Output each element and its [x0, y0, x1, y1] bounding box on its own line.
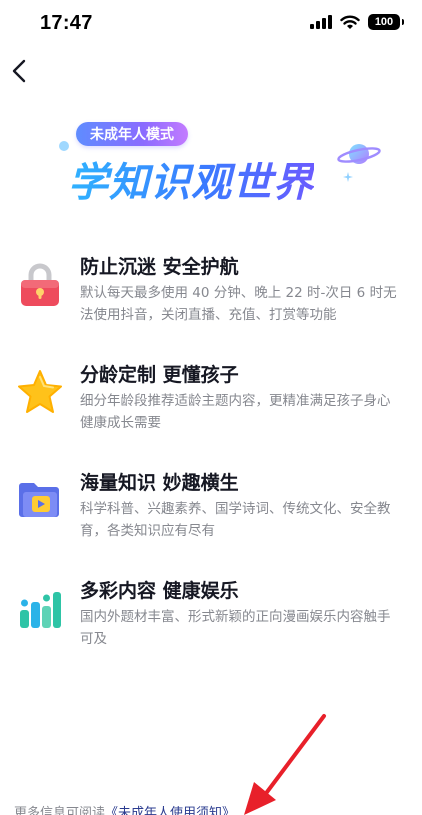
- status-icons: 100: [310, 14, 404, 30]
- lock-icon: [21, 263, 59, 306]
- minor-usage-notice-link[interactable]: 《未成年人使用须知》: [105, 806, 235, 815]
- planet-icon: [337, 144, 381, 164]
- feature-item-anti-addiction: 防止沉迷 安全护航 默认每天最多使用 40 分钟、晚上 22 时-次日 6 时无…: [0, 248, 422, 348]
- sparkle-icon: [343, 172, 353, 182]
- feature-description: 国内外题材丰富、形式新颖的正向漫画娱乐内容触手可及: [80, 609, 391, 647]
- footer-prefix: 更多信息可阅读: [14, 806, 106, 815]
- wifi-icon: [340, 15, 360, 29]
- feature-item-knowledge: 海量知识 妙趣横生 科学科普、兴趣素养、国学诗词、传统文化、安全教育，各类知识应…: [0, 464, 422, 564]
- feature-title: 分龄定制 更懂孩子: [80, 364, 239, 386]
- feature-description: 科学科普、兴趣素养、国学诗词、传统文化、安全教育，各类知识应有尽有: [80, 501, 391, 539]
- feature-title: 海量知识 妙趣横生: [80, 472, 239, 494]
- bar-chart-icon: [20, 592, 61, 628]
- feature-item-entertainment: 多彩内容 健康娱乐 国内外题材丰富、形式新颖的正向漫画娱乐内容触手可及: [0, 572, 422, 672]
- feature-description: 默认每天最多使用 40 分钟、晚上 22 时-次日 6 时无法使用抖音，关闭直播…: [80, 285, 397, 323]
- minor-mode-badge-label: 未成年人模式: [90, 127, 174, 143]
- star-icon: [18, 370, 62, 413]
- folder-play-icon: [19, 483, 59, 517]
- hero-title: 学知识观世界: [68, 150, 314, 208]
- feature-title: 多彩内容 健康娱乐: [80, 580, 239, 602]
- status-bar: 17:47 100: [0, 0, 422, 48]
- footer-note: 更多信息可阅读《未成年人使用须知》: [14, 802, 235, 815]
- minor-mode-badge: 未成年人模式: [76, 122, 188, 146]
- chevron-left-icon: [12, 59, 26, 83]
- feature-description: 细分年龄段推荐适龄主题内容，更精准满足孩子身心健康成长需要: [80, 393, 391, 431]
- battery-level: 100: [374, 16, 394, 28]
- hero-banner: 未成年人模式 学知识观世界: [0, 114, 422, 214]
- annotation-arrow-icon: [244, 714, 326, 815]
- feature-title: 防止沉迷 安全护航: [80, 256, 239, 278]
- battery-indicator: 100: [368, 14, 404, 30]
- feature-item-age-customized: 分龄定制 更懂孩子 细分年龄段推荐适龄主题内容，更精准满足孩子身心健康成长需要: [0, 356, 422, 456]
- back-button[interactable]: [8, 58, 30, 84]
- cellular-signal-icon: [310, 15, 332, 29]
- minor-mode-page: 17:47 100 未成年人模式 学知识观世界 防止沉迷 安全护航 默认每天最多…: [0, 0, 422, 815]
- status-time: 17:47: [40, 12, 93, 34]
